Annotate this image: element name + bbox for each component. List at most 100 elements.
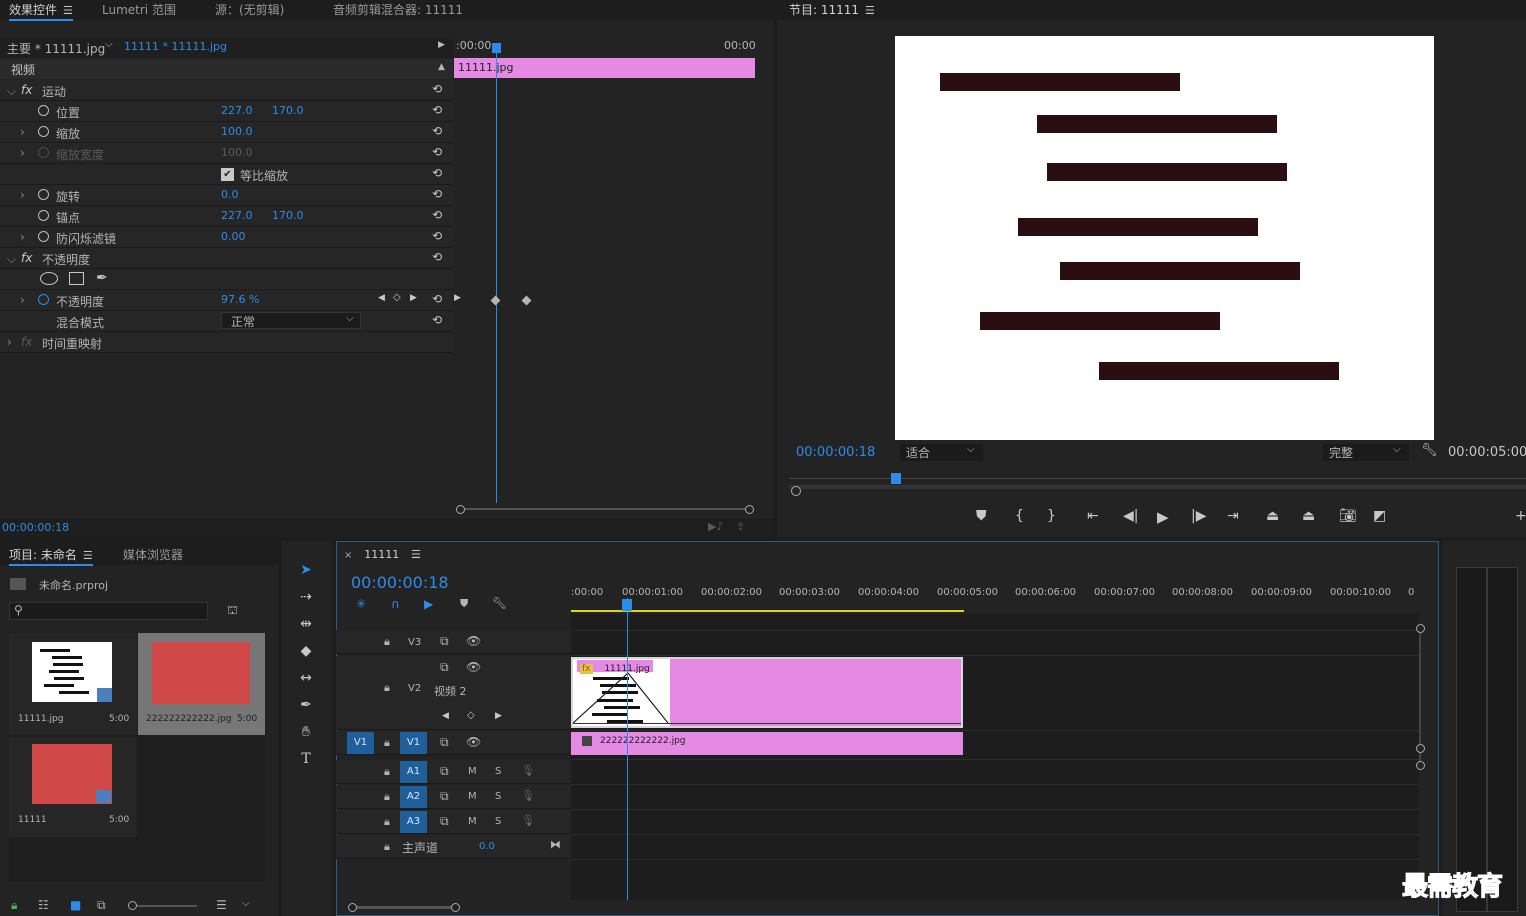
lock-icon[interactable]: 🔒︎ bbox=[384, 635, 390, 649]
type-tool-icon[interactable]: T bbox=[296, 749, 316, 769]
go-to-end-icon[interactable]: ⧓ bbox=[550, 838, 561, 851]
close-icon[interactable]: × bbox=[344, 550, 352, 561]
quality-select[interactable]: 完整 ⌵ bbox=[1323, 444, 1409, 461]
timeline-playhead[interactable] bbox=[627, 598, 628, 900]
chevron-down-icon[interactable]: ⌵ bbox=[7, 84, 16, 99]
lift-icon[interactable]: ⏏ bbox=[1266, 508, 1279, 524]
master-volume-value[interactable]: 0.0 bbox=[479, 841, 495, 852]
chevron-down-icon[interactable]: ⌵ bbox=[242, 898, 250, 909]
add-button-icon[interactable]: + bbox=[1515, 508, 1526, 524]
wrench-icon[interactable]: 🔧︎ bbox=[492, 596, 507, 610]
position-x-value[interactable]: 227.0 bbox=[221, 104, 253, 117]
prev-keyframe-icon[interactable]: ◀ bbox=[378, 293, 385, 303]
reset-icon[interactable]: ⟲ bbox=[432, 82, 442, 96]
chevron-down-icon[interactable]: ⌵ bbox=[105, 39, 113, 50]
fit-select[interactable]: 适合 ⌵ bbox=[900, 444, 983, 461]
lock-icon[interactable]: 🔒︎ bbox=[384, 790, 390, 804]
tab-lumetri-scopes[interactable]: Lumetri 范围 bbox=[102, 1, 176, 18]
zoom-slider[interactable] bbox=[128, 901, 197, 910]
add-keyframe-icon[interactable]: ◇ bbox=[467, 710, 475, 721]
vertical-scrollbar[interactable] bbox=[1416, 624, 1425, 770]
sync-lock-icon[interactable]: ⧉ bbox=[440, 764, 449, 779]
collapse-arrow-icon[interactable]: ▲ bbox=[438, 62, 445, 72]
tab-program[interactable]: 节目: 11111 ☰ bbox=[789, 1, 875, 18]
extract-icon[interactable]: ⏏ bbox=[1302, 508, 1315, 524]
track-target-a2[interactable]: A2 bbox=[400, 786, 427, 808]
reset-icon[interactable]: ⟲ bbox=[432, 166, 442, 180]
ellipse-mask-icon[interactable] bbox=[40, 272, 58, 285]
lock-icon[interactable]: 🔒︎ bbox=[384, 840, 390, 854]
blend-mode-select[interactable]: 正常 ⌵ bbox=[221, 312, 361, 329]
mute-button[interactable]: M bbox=[468, 791, 477, 802]
track-target-a3[interactable]: A3 bbox=[400, 811, 427, 833]
project-item-11111-seq[interactable]: 11111 5:00 bbox=[9, 737, 137, 837]
reset-icon[interactable]: ⟲ bbox=[432, 229, 442, 243]
mute-button[interactable]: M bbox=[468, 766, 477, 777]
source-patch-v1[interactable]: V1 bbox=[347, 732, 374, 754]
next-keyframe-icon[interactable]: ▶ bbox=[410, 293, 417, 303]
track-select-tool-icon[interactable]: ⇢ bbox=[296, 587, 316, 607]
lock-icon[interactable]: 🔒︎ bbox=[11, 898, 17, 913]
go-to-in-icon[interactable]: ⇤ bbox=[1087, 508, 1099, 524]
ec-timeline[interactable]: :00:00 00:00 11111.jpg ▶ bbox=[454, 37, 757, 517]
horizontal-scrollbar[interactable] bbox=[348, 903, 460, 912]
freeform-view-icon[interactable]: ⧉ bbox=[97, 898, 106, 913]
stopwatch-icon[interactable] bbox=[38, 231, 49, 242]
list-view-icon[interactable]: ☷ bbox=[38, 898, 49, 912]
camera-icon[interactable]: 📷︎ bbox=[1339, 508, 1357, 524]
reset-icon[interactable]: ⟲ bbox=[432, 313, 442, 327]
zoom-handle-left[interactable] bbox=[456, 505, 465, 514]
chevron-right-icon[interactable]: › bbox=[20, 125, 25, 139]
panel-menu-icon[interactable]: ☰ bbox=[63, 4, 73, 17]
play-audio-icon[interactable]: ▶♪ bbox=[708, 520, 723, 533]
mute-button[interactable]: M bbox=[468, 816, 477, 827]
reset-icon[interactable]: ⟲ bbox=[432, 208, 442, 222]
stopwatch-icon[interactable] bbox=[38, 126, 49, 137]
timeline-timecode[interactable]: 00:00:00:18 bbox=[351, 573, 449, 592]
pen-mask-icon[interactable]: ✒ bbox=[96, 270, 108, 286]
program-timecode[interactable]: 00:00:00:18 bbox=[796, 445, 875, 460]
time-remap-row[interactable]: › fx 时间重映射 bbox=[0, 332, 453, 353]
linked-selection-icon[interactable]: ▶ bbox=[424, 597, 433, 611]
nest-icon[interactable]: ✳ bbox=[356, 597, 366, 611]
sync-lock-icon[interactable]: ⧉ bbox=[440, 634, 449, 649]
clip-v2-11111-jpg[interactable]: fx 11111.jpg bbox=[571, 657, 963, 728]
reset-icon[interactable]: ⟲ bbox=[432, 145, 442, 159]
prev-keyframe-icon[interactable]: ◀ bbox=[442, 711, 449, 721]
rectangle-mask-icon[interactable] bbox=[69, 272, 84, 285]
tab-audio-clip-mixer[interactable]: 音频剪辑混合器: 11111 bbox=[333, 1, 463, 18]
program-time-ruler[interactable] bbox=[789, 470, 1526, 500]
new-bin-icon[interactable]: ⛫ bbox=[227, 603, 238, 619]
keyframe-marker-icon[interactable]: ▶ bbox=[454, 293, 461, 303]
solo-button[interactable]: S bbox=[495, 791, 501, 802]
chevron-right-icon[interactable]: › bbox=[20, 293, 25, 307]
zoom-handle-right[interactable] bbox=[745, 505, 754, 514]
hand-tool-icon[interactable]: ✋︎ bbox=[296, 722, 316, 742]
lock-icon[interactable]: 🔒︎ bbox=[384, 681, 390, 695]
solo-button[interactable]: S bbox=[495, 766, 501, 777]
compare-icon[interactable]: ◩ bbox=[1373, 508, 1386, 524]
tab-media-browser[interactable]: 媒体浏览器 bbox=[123, 546, 183, 563]
lock-icon[interactable]: 🔒︎ bbox=[384, 815, 390, 829]
uniform-scale-checkbox[interactable]: ✔ bbox=[221, 168, 234, 181]
export-icon[interactable]: ⇪ bbox=[736, 520, 745, 533]
sync-lock-icon[interactable]: ⧉ bbox=[440, 735, 449, 750]
sync-lock-icon[interactable]: ⧉ bbox=[440, 789, 449, 804]
chevron-right-icon[interactable]: › bbox=[20, 230, 25, 244]
stopwatch-icon[interactable] bbox=[38, 189, 49, 200]
slip-tool-icon[interactable]: ↔ bbox=[296, 668, 316, 688]
sync-lock-icon[interactable]: ⧉ bbox=[440, 814, 449, 829]
timeline-playhead-handle[interactable] bbox=[622, 599, 632, 611]
stopwatch-icon[interactable] bbox=[38, 105, 49, 116]
motion-row[interactable]: ⌵ fx 运动 ⟲ bbox=[0, 80, 453, 101]
antiflicker-value[interactable]: 0.00 bbox=[221, 230, 246, 243]
project-item-222222222222-jpg[interactable]: 222222222222.jpg 5:00 bbox=[138, 633, 265, 735]
add-keyframe-icon[interactable]: ◇ bbox=[393, 292, 401, 303]
rotation-value[interactable]: 0.0 bbox=[221, 188, 239, 201]
add-marker-icon[interactable]: ⛊ bbox=[976, 508, 987, 524]
panel-menu-icon[interactable]: ☰ bbox=[865, 4, 875, 17]
stopwatch-icon[interactable] bbox=[38, 210, 49, 221]
program-playhead-handle[interactable] bbox=[891, 473, 901, 484]
opacity-group-row[interactable]: ⌵ fx 不透明度 ⟲ bbox=[0, 248, 453, 269]
sequence-clip-label[interactable]: 11111 * 11111.jpg bbox=[124, 40, 227, 53]
